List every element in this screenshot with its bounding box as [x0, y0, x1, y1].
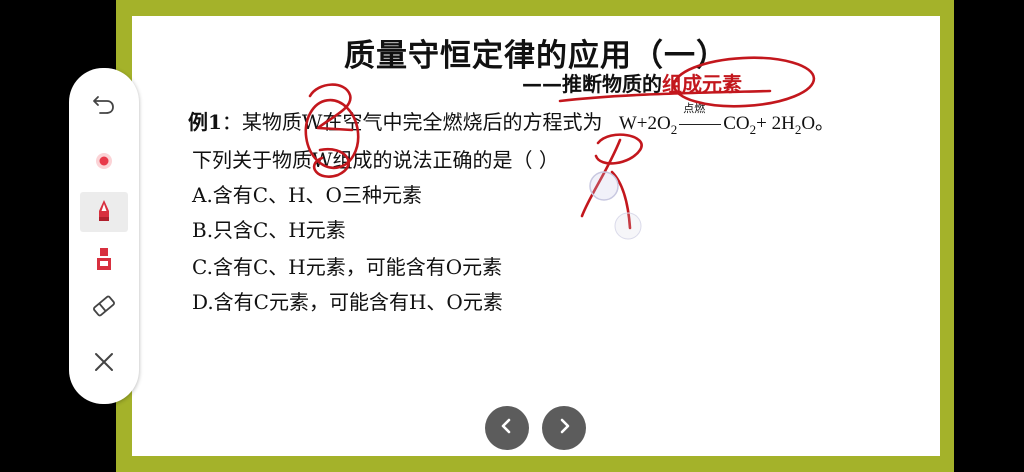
chevron-right-icon — [555, 417, 573, 439]
chemical-equation: W+2O2 点燃 CO2+ 2H2O。 — [618, 103, 835, 137]
slide: 质量守恒定律的应用（一） ——推断物质的组成元素 例1：某物质W在空气中完全燃烧… — [132, 16, 940, 456]
question-label: 例1 — [188, 110, 222, 134]
annotation-toolbar — [69, 68, 139, 404]
previous-slide-button[interactable] — [485, 406, 529, 450]
question-line-2: 下列关于物质W组成的说法正确的是（ ） — [192, 148, 559, 172]
eraser-icon — [90, 292, 118, 324]
close-toolbar-button[interactable] — [80, 344, 128, 384]
next-slide-button[interactable] — [542, 406, 586, 450]
pen-icon — [91, 195, 117, 229]
reaction-condition: 点燃 — [677, 103, 723, 135]
subtitle-prefix: ——推断物质的 — [522, 72, 662, 96]
subtitle-highlight: 组成元素 — [662, 72, 742, 96]
option-a: A.含有C、H、O三种元素 — [192, 183, 422, 207]
highlighter-button[interactable] — [80, 241, 128, 281]
pen-button[interactable] — [80, 192, 128, 232]
laser-pointer-button[interactable] — [80, 143, 128, 183]
close-icon — [92, 350, 116, 378]
option-c: C.含有C、H元素，可能含有O元素 — [192, 255, 503, 279]
highlighter-icon — [91, 244, 117, 278]
undo-icon — [91, 91, 117, 121]
option-b: B.只含C、H元素 — [192, 218, 346, 242]
laser-dot-icon — [93, 150, 115, 176]
question-line-1: 例1：某物质W在空气中完全燃烧后的方程式为 W+2O2 点燃 CO2+ 2H2O。 — [188, 103, 835, 138]
option-d: D.含有C元素，可能含有H、O元素 — [192, 290, 503, 314]
question-text: ：某物质W在空气中完全燃烧后的方程式为 — [221, 110, 603, 134]
eraser-button[interactable] — [80, 288, 128, 328]
chevron-left-icon — [498, 417, 516, 439]
slide-subtitle: ——推断物质的组成元素 — [522, 68, 742, 97]
undo-button[interactable] — [80, 86, 128, 126]
